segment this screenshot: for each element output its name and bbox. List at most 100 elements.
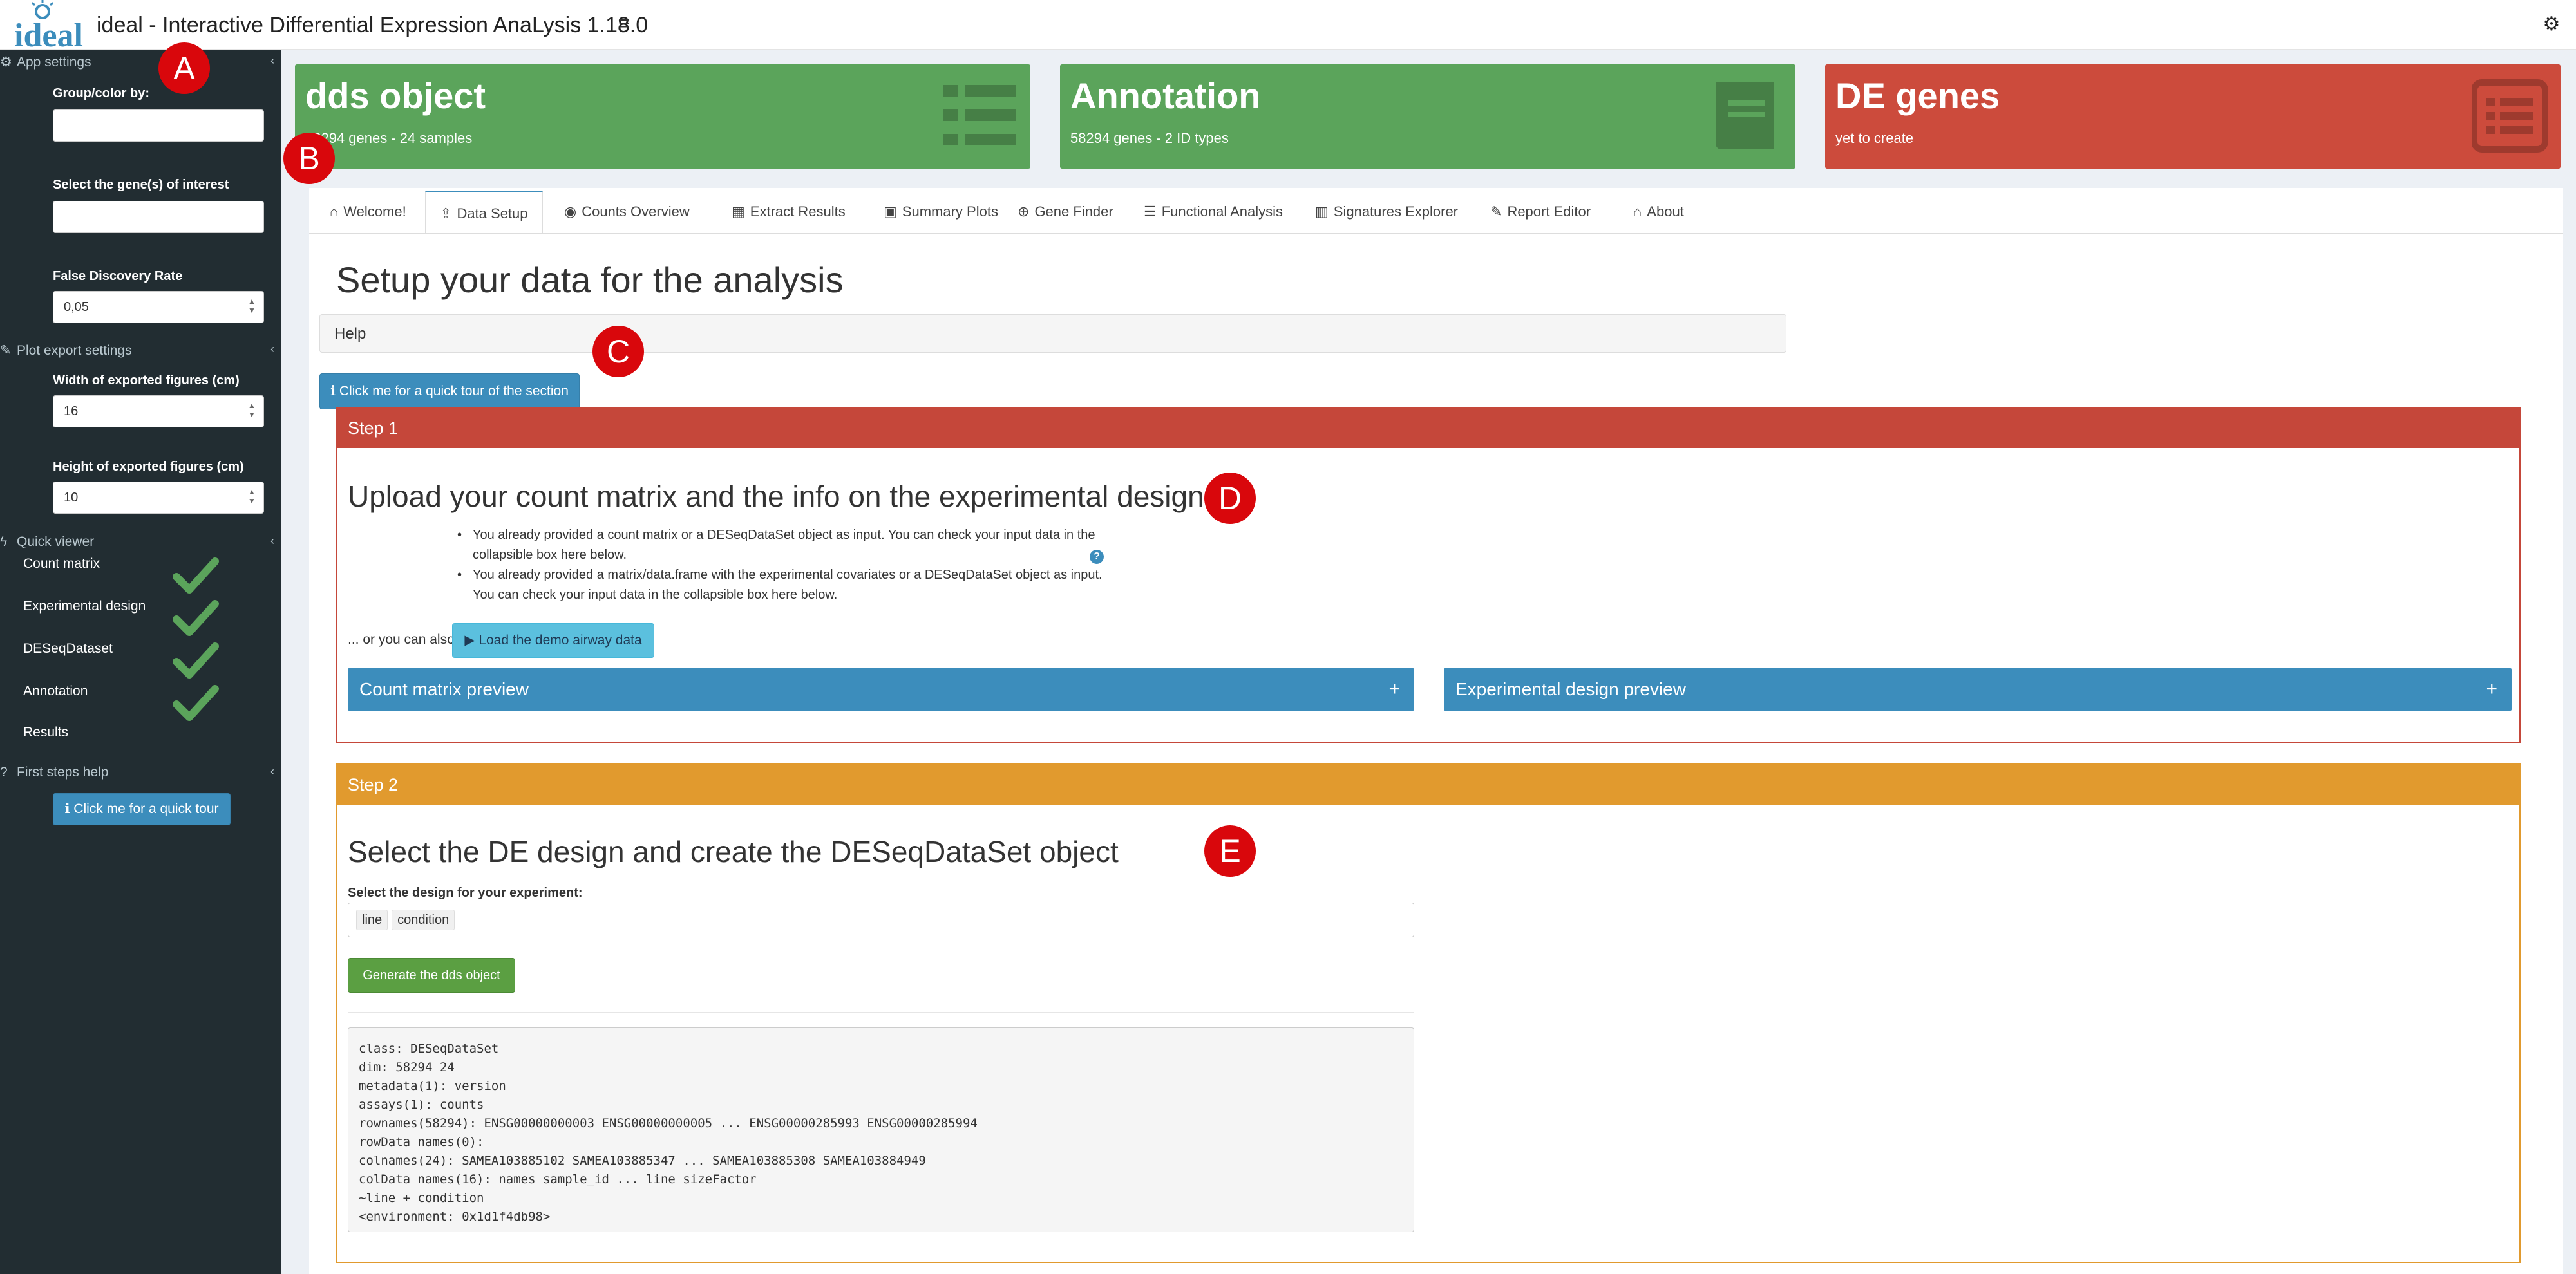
app-title: ideal - Interactive Differential Express… — [97, 13, 649, 37]
bullet-item: You already provided a matrix/data.frame… — [457, 565, 1127, 605]
genes-select[interactable] — [53, 201, 264, 233]
generate-dds-button[interactable]: Generate the dds object — [348, 958, 515, 993]
spinner-icon[interactable]: ▲ ▼ — [247, 297, 257, 317]
quick-tour-button[interactable]: ℹ Click me for a quick tour — [53, 793, 231, 825]
fdr-input[interactable]: 0,05 ▲ ▼ — [53, 291, 264, 323]
qv-annotation: Annotation — [23, 684, 88, 698]
quick-viewer-header[interactable]: ϟ Quick viewer — [0, 534, 94, 550]
pencil-icon: ✎ — [0, 343, 12, 358]
question-icon[interactable]: ? — [1090, 550, 1104, 564]
check-icon — [173, 557, 219, 594]
first-steps-header[interactable]: ? First steps help — [0, 765, 108, 780]
tab-label: Report Editor — [1507, 203, 1591, 220]
tab-label: Extract Results — [750, 203, 846, 220]
photo-icon: ▣ — [884, 203, 897, 220]
tab-label: Welcome! — [343, 203, 406, 220]
map-icon: ▥ — [1315, 203, 1329, 220]
load-demo-button[interactable]: ▶ Load the demo airway data — [452, 623, 654, 658]
check-icon — [173, 642, 219, 679]
tab-signatures-explorer[interactable]: ▥ Signatures Explorer — [1301, 191, 1472, 233]
annotation-subtitle: 58294 genes - 2 ID types — [1070, 130, 1229, 146]
design-preview-label: Experimental design preview — [1455, 679, 1686, 699]
tab-label: Gene Finder — [1034, 203, 1113, 220]
quick-viewer-title: Quick viewer — [17, 534, 95, 549]
group-color-label: Group/color by: — [53, 86, 149, 100]
plus-icon[interactable]: + — [2486, 668, 2497, 711]
tab-welcome[interactable]: ⌂ Welcome! — [316, 191, 421, 233]
count-matrix-preview[interactable]: Count matrix preview + — [348, 668, 1414, 711]
section-tour-label: Click me for a quick tour of the section — [339, 384, 569, 398]
tab-label: Counts Overview — [582, 203, 690, 220]
width-input[interactable]: 16 ▲ ▼ — [53, 395, 264, 427]
design-chip[interactable]: line — [356, 910, 388, 930]
spinner-icon[interactable]: ▲ ▼ — [247, 401, 257, 422]
first-steps-title: First steps help — [17, 765, 109, 780]
tab-gene-finder[interactable]: ⊕ Gene Finder — [1003, 191, 1128, 233]
check-icon — [173, 600, 219, 636]
section-tour-button[interactable]: ℹ Click me for a quick tour of the secti… — [319, 373, 580, 409]
annotation-marker: D — [1204, 473, 1256, 524]
collapse-icon[interactable]: ‹ — [270, 534, 274, 548]
qv-experimental-design: Experimental design — [23, 599, 146, 614]
tab-functional-analysis[interactable]: ☰ Functional Analysis — [1130, 191, 1297, 233]
list-alt-icon — [2472, 79, 2548, 153]
book-icon — [1716, 82, 1774, 149]
qv-count-matrix: Count matrix — [23, 556, 100, 571]
design-select[interactable]: line condition — [348, 903, 1414, 937]
tab-about[interactable]: ⌂ About — [1619, 191, 1698, 233]
step2-header: Step 2 — [337, 765, 2519, 805]
annotation-title: Annotation — [1070, 75, 1261, 116]
tab-summary-plots[interactable]: ▣ Summary Plots — [869, 191, 1012, 233]
also-text: ... or you can also — [348, 632, 455, 647]
annotation-marker: A — [158, 42, 210, 94]
height-value: 10 — [64, 491, 79, 505]
table-icon: ▦ — [732, 203, 745, 220]
tab-data-setup[interactable]: ⇪ Data Setup — [425, 191, 543, 233]
design-label: Select the design for your experiment: — [348, 886, 583, 900]
height-input[interactable]: 10 ▲ ▼ — [53, 482, 264, 514]
tab-counts-overview[interactable]: ◉ Counts Overview — [550, 191, 704, 233]
design-chip[interactable]: condition — [392, 910, 455, 930]
tab-label: Signatures Explorer — [1333, 203, 1459, 220]
tab-label: Functional Analysis — [1161, 203, 1283, 220]
tab-bar: ⌂ Welcome! ⇪ Data Setup ◉ Counts Overview ▦… — [309, 188, 2563, 234]
tab-label: Data Setup — [457, 205, 528, 221]
fdr-label: False Discovery Rate — [53, 269, 183, 283]
dds-object-title: dds object — [305, 75, 486, 116]
hamburger-icon[interactable]: ≡ — [613, 13, 635, 35]
load-demo-label: Load the demo airway data — [478, 633, 642, 648]
height-label: Height of exported figures (cm) — [53, 460, 244, 474]
collapse-icon[interactable]: ‹ — [270, 342, 274, 356]
help-collapsible[interactable]: Help — [319, 314, 1786, 353]
upload-icon: ⇪ — [440, 205, 452, 221]
fdr-value: 0,05 — [64, 300, 89, 314]
group-color-select[interactable] — [53, 109, 264, 142]
width-label: Width of exported figures (cm) — [53, 373, 240, 388]
app-settings-header[interactable]: ⚙ App settings — [0, 54, 91, 70]
step2-title: Select the DE design and create the DESe… — [348, 835, 1119, 868]
tab-extract-results[interactable]: ▦ Extract Results — [717, 191, 860, 233]
tab-label: Summary Plots — [902, 203, 998, 220]
collapse-icon[interactable]: ‹ — [270, 54, 274, 68]
app-settings-title: App settings — [17, 55, 91, 70]
play-icon: ▶ — [464, 633, 479, 648]
list-alt-icon: ☰ — [1144, 203, 1157, 220]
gear-icon[interactable]: ⚙ — [2540, 13, 2563, 36]
ideal-logo: ideal — [14, 0, 83, 50]
spinner-icon[interactable]: ▲ ▼ — [247, 487, 257, 508]
plot-export-header[interactable]: ✎ Plot export settings — [0, 342, 132, 359]
qv-deseqdataset: DESeqDataset — [23, 641, 113, 656]
width-value: 16 — [64, 404, 79, 418]
de-genes-subtitle: yet to create — [1835, 130, 1914, 146]
help-label: Help — [334, 325, 366, 342]
tab-report-editor[interactable]: ✎ Report Editor — [1476, 191, 1605, 233]
quick-tour-label: Click me for a quick tour — [73, 801, 219, 816]
institution-icon: ⌂ — [1633, 203, 1642, 220]
divider — [348, 1012, 1414, 1013]
annotation-marker: B — [283, 133, 335, 184]
annotation-marker: E — [1204, 825, 1256, 877]
plus-icon[interactable]: + — [1388, 668, 1400, 711]
collapse-icon[interactable]: ‹ — [270, 765, 274, 778]
bullet-item: You already provided a count matrix or a… — [457, 525, 1127, 565]
experimental-design-preview[interactable]: Experimental design preview + — [1444, 668, 2512, 711]
